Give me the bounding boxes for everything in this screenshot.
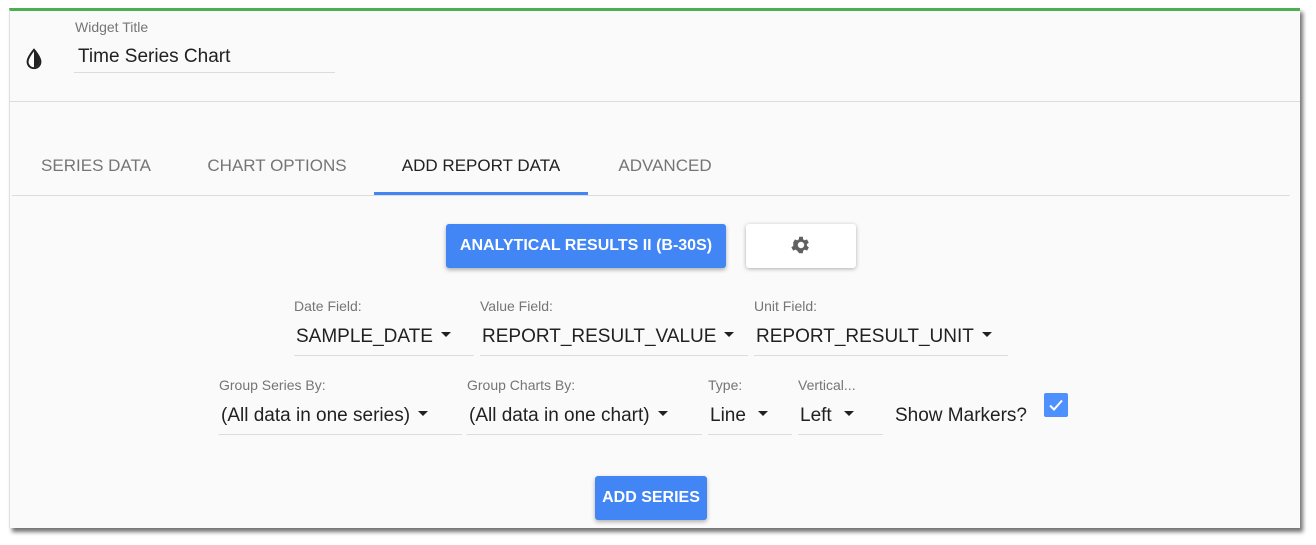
invert-colors-icon — [26, 48, 42, 70]
value-field-value: REPORT_RESULT_VALUE — [482, 326, 717, 347]
unit-field-label: Unit Field: — [754, 298, 818, 314]
tab-series-data[interactable]: SERIES DATA — [12, 141, 180, 195]
widget-title-label: Widget Title — [75, 19, 149, 35]
add-series-button[interactable]: ADD SERIES — [595, 476, 707, 520]
group-charts-select[interactable]: (All data in one chart) — [467, 405, 702, 435]
chevron-down-icon — [440, 332, 451, 338]
chevron-down-icon — [418, 411, 429, 417]
chevron-down-icon — [843, 411, 854, 417]
chevron-down-icon — [981, 332, 992, 338]
tab-add-report-data[interactable]: ADD REPORT DATA — [374, 141, 588, 195]
group-series-field: Group Series By: (All data in one series… — [219, 377, 462, 435]
value-field: Value Field: REPORT_RESULT_VALUE — [480, 298, 748, 356]
type-select[interactable]: Line — [708, 405, 792, 435]
report-settings-button[interactable] — [746, 224, 856, 268]
value-field-select[interactable]: REPORT_RESULT_VALUE — [480, 326, 748, 356]
date-field-value: SAMPLE_DATE — [296, 326, 433, 347]
type-label: Type: — [708, 377, 743, 393]
widget-editor-card: Widget Title SERIES DATA CHART OPTIONS A… — [9, 8, 1300, 528]
type-value: Line — [710, 405, 746, 426]
group-series-value: (All data in one series) — [221, 405, 411, 426]
date-field: Date Field: SAMPLE_DATE — [294, 298, 474, 356]
group-charts-field: Group Charts By: (All data in one chart) — [467, 377, 702, 435]
unit-field: Unit Field: REPORT_RESULT_UNIT — [754, 298, 1008, 356]
vertical-axis-value: Left — [800, 405, 832, 426]
tab-advanced[interactable]: ADVANCED — [588, 141, 742, 195]
chevron-down-icon — [657, 411, 668, 417]
vertical-axis-select[interactable]: Left — [798, 405, 883, 435]
group-series-select[interactable]: (All data in one series) — [219, 405, 462, 435]
value-field-label: Value Field: — [480, 298, 553, 314]
chevron-down-icon — [724, 332, 735, 338]
unit-field-value: REPORT_RESULT_UNIT — [756, 326, 974, 347]
tab-chart-options[interactable]: CHART OPTIONS — [180, 141, 374, 195]
widget-header: Widget Title — [10, 11, 1300, 102]
group-series-label: Group Series By: — [219, 377, 326, 393]
chevron-down-icon — [757, 411, 768, 417]
unit-field-select[interactable]: REPORT_RESULT_UNIT — [754, 326, 1008, 356]
gear-icon — [791, 236, 809, 253]
type-field: Type: Line — [708, 377, 792, 435]
group-charts-value: (All data in one chart) — [469, 405, 650, 426]
vertical-axis-label: Vertical... — [798, 377, 856, 393]
report-select-button[interactable]: ANALYTICAL RESULTS II (B-30S) — [446, 224, 726, 268]
group-charts-label: Group Charts By: — [467, 377, 576, 393]
date-field-label: Date Field: — [294, 298, 362, 314]
checkmark-icon — [1049, 399, 1063, 411]
vertical-axis-field: Vertical... Left — [798, 377, 883, 435]
widget-title-input[interactable] — [74, 41, 335, 73]
show-markers-checkbox[interactable] — [1044, 393, 1068, 417]
date-field-select[interactable]: SAMPLE_DATE — [294, 326, 474, 356]
tab-bar: SERIES DATA CHART OPTIONS ADD REPORT DAT… — [12, 141, 1290, 196]
show-markers-label: Show Markers? — [895, 405, 1027, 426]
